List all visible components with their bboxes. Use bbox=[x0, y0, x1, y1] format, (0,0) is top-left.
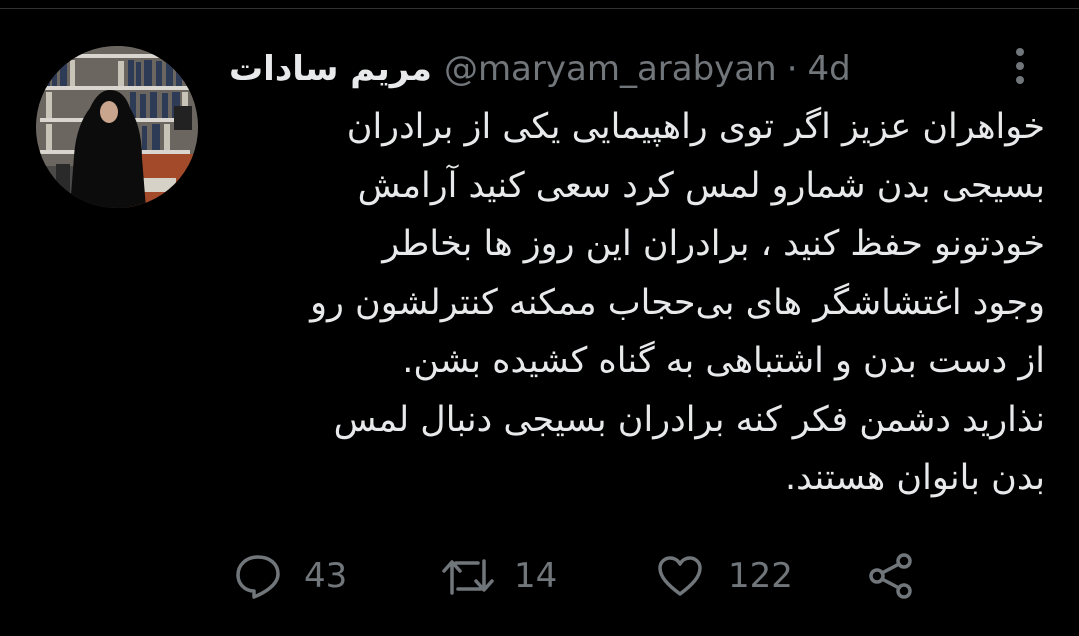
tweet-text-line: بسیجی بدن شمارو لمس کرد سعی کنید آرامش bbox=[357, 165, 1045, 206]
tweet-header: مریم سادات @maryam_arabyan · 4d bbox=[229, 44, 851, 94]
more-options-icon[interactable] bbox=[1006, 46, 1034, 86]
timestamp[interactable]: 4d bbox=[808, 49, 851, 89]
retweet-icon bbox=[442, 559, 494, 595]
display-name[interactable]: مریم سادات bbox=[229, 49, 432, 89]
reply-icon bbox=[236, 555, 280, 599]
heart-icon bbox=[658, 556, 702, 596]
retweet-count: 14 bbox=[514, 556, 558, 596]
tweet-text-line: خودتونو حفظ کنید ، برادران این روز ها بخ… bbox=[382, 224, 1045, 264]
more-dot bbox=[1016, 76, 1024, 84]
share-icon bbox=[869, 553, 912, 599]
share-button[interactable] bbox=[866, 548, 916, 604]
tweet-text-line: نذارید دشمن فکر کنه برادران بسیجی دنبال … bbox=[333, 399, 1045, 440]
user-handle[interactable]: @maryam_arabyan bbox=[444, 49, 777, 89]
tweet-text-line: خواهران عزیز اگر توی راهپیمایی یکی از بر… bbox=[346, 107, 1045, 147]
tweet-text-line: بدن بانوان هستند. bbox=[784, 458, 1045, 498]
top-divider bbox=[0, 8, 1079, 9]
like-count: 122 bbox=[728, 556, 793, 596]
tweet-text-line: وجود اغتشاشگر های بی‌حجاب ممکنه کنترلشون… bbox=[310, 282, 1045, 323]
like-button[interactable]: 122 bbox=[656, 548, 793, 604]
avatar[interactable] bbox=[36, 46, 198, 208]
more-dot bbox=[1016, 48, 1024, 56]
retweet-button[interactable]: 14 bbox=[440, 548, 557, 604]
tweet-actions: 43 14 122 bbox=[0, 548, 1079, 604]
reply-count: 43 bbox=[304, 556, 348, 596]
reply-button[interactable]: 43 bbox=[234, 548, 347, 604]
more-dot bbox=[1016, 62, 1024, 70]
avatar-image bbox=[36, 46, 198, 208]
tweet-text: خواهران عزیز اگر توی راهپیمایی یکی از بر… bbox=[225, 98, 1045, 508]
tweet-text-line: از دست بدن و اشتباهی به گناه کشیده بشن. bbox=[402, 341, 1045, 381]
separator-dot: · bbox=[786, 49, 798, 89]
